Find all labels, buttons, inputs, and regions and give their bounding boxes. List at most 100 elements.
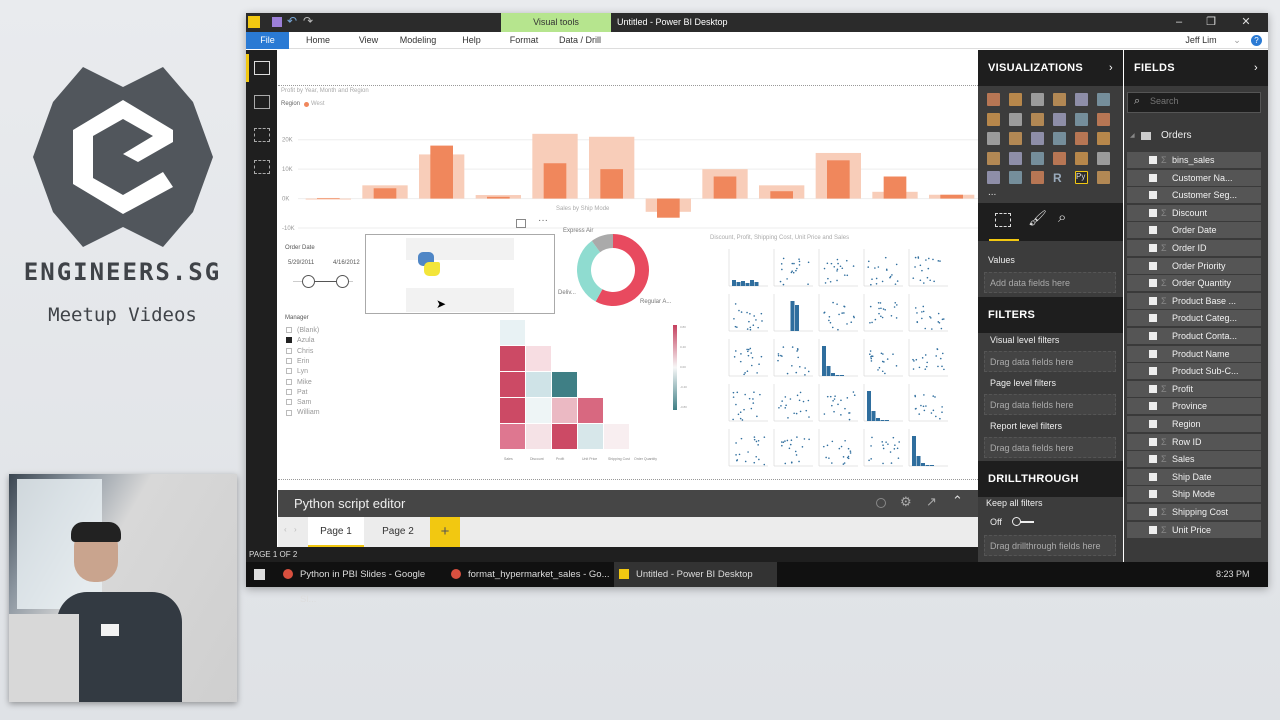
manager-item[interactable]: Mike [286,378,312,388]
heatmap-cell[interactable] [500,398,525,423]
field-item[interactable]: Σ Row ID [1127,433,1261,450]
close-button[interactable]: ✕ [1231,13,1261,32]
manager-item[interactable]: William [286,408,320,418]
manager-item[interactable]: Pat [286,388,308,398]
manager-item[interactable]: Azula [286,336,315,346]
field-checkbox[interactable] [1149,279,1157,288]
date-end[interactable]: 4/16/2012 [333,260,360,266]
visual-type-icon[interactable] [1009,93,1022,106]
bar-west[interactable] [487,196,510,199]
orders-table[interactable]: Orders [1161,130,1192,141]
checkbox[interactable] [286,378,292,385]
collapse-chevron-icon[interactable]: ⌃ [952,493,963,509]
chevron-down-icon[interactable]: ⌄ [1231,32,1243,49]
page-filters-drop-zone[interactable]: Drag data fields here [984,394,1116,415]
field-checkbox[interactable] [1149,490,1157,499]
minimize-button[interactable]: – [1164,13,1194,32]
heatmap-cell[interactable] [500,424,525,449]
manager-item[interactable]: (Blank) [286,326,319,336]
visual-type-icon[interactable] [1009,112,1022,126]
visual-type-icon[interactable] [1031,132,1044,145]
manager-item[interactable]: Lyn [286,367,308,377]
visual-type-icon[interactable] [1031,151,1044,165]
field-checkbox[interactable] [1149,455,1157,464]
field-item[interactable]: Product Sub-C... [1127,363,1261,380]
tab-help[interactable]: Help [454,32,489,49]
relationships-view-icon[interactable] [254,128,270,142]
field-checkbox[interactable] [1149,173,1157,182]
fields-well-icon[interactable] [995,213,1011,227]
keep-filters-toggle[interactable] [1012,517,1036,526]
tab-file[interactable]: File [246,32,289,49]
bar-west[interactable] [770,191,793,199]
format-paint-roller-icon[interactable]: 🖌 [1028,209,1047,227]
bar-west[interactable] [430,145,453,199]
help-icon[interactable]: ? [1251,35,1262,46]
heatmap-cell[interactable] [604,424,629,449]
tab-home[interactable]: Home [298,32,338,49]
page-nav-prev[interactable]: ‹ [284,525,287,534]
field-checkbox[interactable] [1149,244,1157,252]
legend-item-west[interactable]: West [311,101,325,107]
fields-search[interactable]: ⌕ [1127,92,1261,113]
python-visual[interactable]: ➤ [365,234,555,314]
field-checkbox[interactable] [1149,191,1157,200]
field-checkbox[interactable] [1149,208,1157,217]
visual-type-icon[interactable] [1075,93,1088,106]
field-checkbox[interactable] [1149,525,1157,534]
search-input[interactable] [1150,96,1250,106]
heatmap-cell[interactable] [552,424,577,449]
windows-start-icon[interactable] [254,569,265,580]
model-view-icon[interactable] [254,160,270,174]
field-checkbox[interactable] [1149,402,1157,411]
more-options-icon[interactable]: ··· [538,215,548,226]
visual-type-icon[interactable] [1097,171,1110,184]
field-checkbox[interactable] [1149,226,1157,235]
more-visuals[interactable]: ... [988,187,996,198]
heatmap-cell[interactable] [500,346,525,371]
heatmap-cell[interactable] [578,398,603,423]
tab-page-2[interactable]: Page 2 [370,517,426,547]
report-filters-drop-zone[interactable]: Drag data fields here [984,437,1116,458]
visual-type-icon[interactable] [1097,112,1110,126]
checkbox[interactable] [286,399,292,406]
tab-page-1[interactable]: Page 1 [308,517,364,547]
maximize-button[interactable]: ❐ [1196,13,1226,32]
visual-filters-drop-zone[interactable]: Drag data fields here [984,351,1116,372]
user-name[interactable]: Jeff Lim [1176,32,1226,49]
visual-type-icon[interactable] [1031,171,1044,184]
focus-mode-icon[interactable] [516,219,526,228]
python-visual-icon[interactable]: Py [1075,171,1088,184]
manager-item[interactable]: Erin [286,357,309,367]
manager-item[interactable]: Sam [286,398,311,408]
page-nav-next[interactable]: › [294,525,297,534]
r-visual-icon[interactable]: R [1053,171,1066,185]
field-item[interactable]: Σ Sales [1127,451,1261,468]
tab-format[interactable]: Format [504,32,544,49]
visual-type-icon[interactable] [987,171,1000,184]
field-checkbox[interactable] [1149,314,1157,323]
bar-background[interactable] [305,198,351,200]
field-item[interactable]: Σbins_sales [1127,152,1261,168]
heatmap-cell[interactable] [526,398,551,423]
checkbox[interactable] [286,368,292,375]
field-item[interactable]: Ship Date [1127,468,1261,485]
field-checkbox[interactable] [1149,349,1157,358]
field-item[interactable]: Σ Shipping Cost [1127,504,1261,520]
field-item[interactable]: Province [1127,398,1261,415]
field-item[interactable]: Σ Unit Price [1127,521,1261,538]
field-checkbox[interactable] [1149,367,1157,376]
bar-west[interactable] [883,176,907,199]
visual-type-icon[interactable] [1053,93,1066,106]
visual-type-icon[interactable] [1075,151,1088,165]
expand-external-icon[interactable]: ↗ [926,494,937,510]
heatmap-cell[interactable] [500,372,525,397]
data-view-icon[interactable] [254,95,270,109]
heatmap-cell[interactable] [552,398,577,423]
field-item[interactable]: Region [1127,416,1261,432]
add-page-button[interactable]: + [430,517,460,547]
field-item[interactable]: Σ Order Quantity [1127,275,1261,292]
bar-west[interactable] [317,197,340,199]
field-checkbox[interactable] [1149,420,1157,428]
save-icon[interactable] [272,17,282,27]
